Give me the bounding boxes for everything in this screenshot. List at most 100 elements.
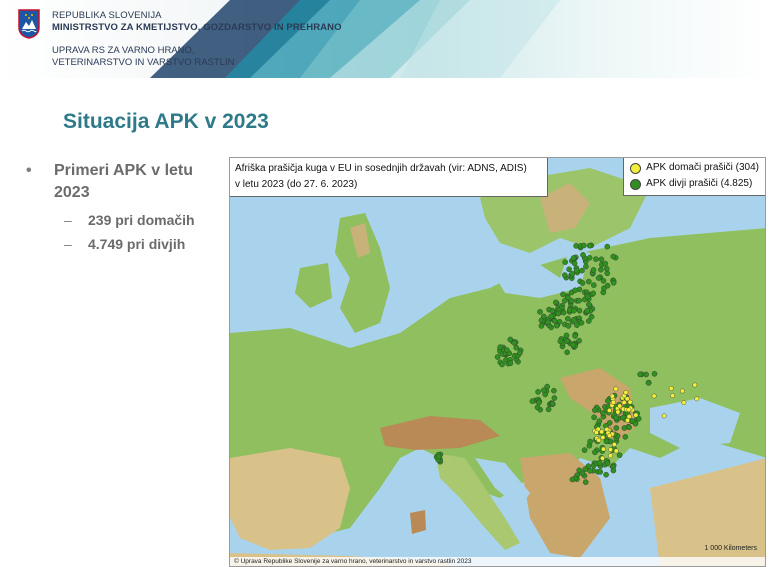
wild-boar-case-dot [580, 252, 586, 258]
wild-boar-case-dot [570, 317, 577, 323]
domestic-pig-case-dot [651, 393, 657, 399]
domestic-pig-case-dot [615, 409, 621, 415]
slovenia-crest-icon [18, 9, 40, 39]
wild-boar-case-dot [569, 270, 576, 277]
wild-boar-case-dot [603, 471, 609, 478]
wild-boar-case-dot [595, 275, 602, 281]
wild-boar-case-dot [570, 307, 577, 314]
sub-bullet-item: – 4.749 pri divjih [26, 234, 226, 254]
wild-boar-case-dot [560, 291, 566, 298]
wild-boar-case-dot [513, 344, 520, 351]
wild-boar-case-dot [551, 317, 558, 324]
agency-line1: UPRAVA RS ZA VARNO HRANO, [52, 45, 195, 56]
wild-boar-case-dot [604, 270, 611, 277]
wild-boar-case-dot [604, 460, 611, 467]
wild-boar-case-dot [591, 407, 598, 413]
wild-boar-case-dot [578, 319, 585, 326]
wild-boar-case-dot [569, 476, 576, 483]
domestic-pig-case-dot [600, 435, 606, 440]
domestic-pig-case-dot [610, 399, 616, 405]
wild-boar-case-dot [561, 272, 568, 278]
wild-boar-case-dot [564, 349, 570, 356]
wild-boar-case-dot [576, 297, 582, 304]
map-title-line2: v letu 2023 (do 27. 6. 2023) [235, 179, 358, 190]
wild-boar-case-dot [610, 467, 617, 474]
yellow-dot-icon [630, 162, 642, 174]
wild-boar-case-dot [548, 313, 555, 320]
domestic-pig-case-dot [606, 407, 612, 413]
wild-boar-case-dot [622, 433, 629, 440]
domestic-pig-case-dot [626, 407, 632, 413]
wild-boar-case-dot [536, 399, 542, 406]
agency-line2: VETERINARSTVO IN VARSTVO RASTLIN [52, 57, 235, 68]
wild-boar-case-dot [529, 398, 536, 404]
wild-boar-case-dot [586, 301, 592, 308]
domestic-pig-case-dot [624, 396, 630, 402]
wild-boar-case-dot [555, 310, 562, 317]
wild-boar-case-dot [600, 278, 607, 284]
dash-icon: – [64, 236, 72, 252]
wild-boar-case-dot [534, 404, 541, 411]
map-legend: APK domači prašiči (304) APK divji praši… [623, 158, 765, 196]
asf-map: Afriška prašičja kuga v EU in sosednjih … [229, 157, 766, 567]
wild-boar-case-dot [602, 260, 609, 267]
wild-boar-case-dot [537, 308, 543, 315]
wild-boar-case-dot [603, 265, 610, 272]
bullet-list: • Primeri APK v letu 2023 – 239 pri doma… [26, 160, 226, 254]
green-dot-icon [630, 178, 642, 190]
bullet-text: Primeri APK v letu 2023 [54, 162, 194, 201]
agency-name: UPRAVA RS ZA VARNO HRANO, VETERINARSTVO … [52, 45, 234, 69]
wild-boar-case-dot [562, 259, 569, 265]
domestic-pig-case-dot [670, 393, 675, 399]
wild-boar-case-dot [598, 256, 605, 263]
wild-boar-case-dot [545, 319, 551, 326]
wild-boar-case-dot [616, 452, 623, 459]
header-banner: REPUBLIKA SLOVENIJA MINISTRSTVO ZA KMETI… [0, 0, 770, 78]
wild-boar-case-dot [507, 360, 514, 366]
wild-boar-case-dot [570, 342, 577, 348]
wild-boar-case-dot [584, 307, 591, 314]
wild-boar-case-dot [503, 347, 510, 353]
wild-boar-case-dot [587, 438, 593, 445]
wild-boar-case-dot [587, 467, 593, 474]
sub-bullet-wild: 4.749 pri divjih [88, 236, 186, 252]
wild-boar-case-dot [566, 266, 572, 273]
domestic-pig-case-dot [600, 455, 605, 461]
wild-boar-case-dot [560, 309, 567, 316]
domestic-pig-case-dot [668, 386, 674, 391]
wild-boar-case-dot [645, 379, 652, 386]
domestic-pig-case-dot [694, 396, 700, 402]
wild-boar-case-dot [610, 253, 617, 260]
wild-boar-case-dot [549, 400, 556, 407]
slide-title: Situacija APK v 2023 [63, 110, 269, 133]
wild-boar-case-dot [582, 479, 589, 485]
wild-boar-case-dot [610, 280, 617, 286]
wild-boar-case-dot [593, 256, 599, 262]
wild-boar-case-dot [494, 354, 501, 360]
domestic-pig-case-dot [680, 388, 685, 394]
wild-boar-case-dot [540, 313, 547, 320]
wild-boar-case-dot [535, 389, 541, 395]
wild-boar-case-dot [637, 371, 644, 378]
wild-boar-case-dot [551, 387, 557, 394]
wild-boar-case-dot [565, 323, 572, 329]
domestic-pig-case-dot [594, 430, 599, 435]
domestic-pig-case-dot [596, 437, 602, 443]
wild-boar-case-dot [590, 267, 597, 273]
wild-boar-case-dot [579, 280, 586, 286]
wild-boar-case-dot [586, 255, 593, 261]
wild-boar-case-dot [590, 290, 597, 297]
legend-domestic-label: APK domači prašiči (304) [646, 162, 759, 173]
sub-bullet-domestic: 239 pri domačih [88, 212, 195, 228]
wild-boar-case-dot [581, 447, 588, 453]
domestic-pig-case-dot [608, 453, 613, 459]
domestic-pig-case-dot [613, 386, 619, 392]
ministry-line1: REPUBLIKA SLOVENIJA [52, 10, 162, 21]
domestic-pig-case-dot [661, 413, 667, 419]
wild-boar-case-dot [553, 322, 560, 329]
wild-boar-case-dot [592, 449, 598, 456]
legend-domestic: APK domači prašiči (304) [630, 160, 759, 176]
domestic-pig-case-dot [692, 382, 698, 388]
wild-boar-case-dot [626, 424, 632, 431]
wild-boar-case-dot [557, 338, 564, 345]
